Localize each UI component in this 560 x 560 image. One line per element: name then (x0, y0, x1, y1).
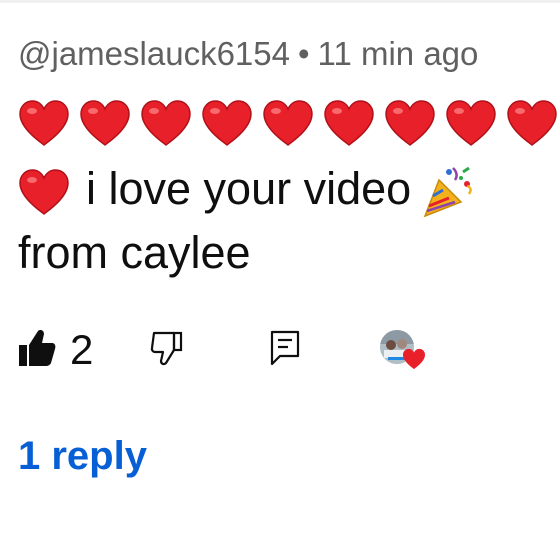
comment-meta: @jameslauck6154 • 11 min ago (18, 34, 478, 74)
like-count: 2 (70, 326, 94, 373)
heart-emoji-icon (323, 99, 375, 147)
comment-body: i love your video from caylee (18, 92, 560, 288)
heart-emoji-icon (201, 99, 253, 147)
heart-emoji-icon (384, 99, 436, 147)
comment-line-2: i love your video (18, 160, 560, 218)
heart-emoji-row (18, 92, 560, 148)
heart-emoji-icon (445, 99, 497, 147)
heart-emoji-icon (506, 99, 558, 147)
comment-author[interactable]: @jameslauck6154 (18, 35, 290, 72)
creator-heart-icon (402, 348, 426, 375)
reply-button[interactable] (270, 322, 300, 378)
thumbs-down-icon[interactable] (150, 330, 184, 371)
comment-timestamp: 11 min ago (317, 35, 479, 72)
reply-comment-icon[interactable] (270, 330, 300, 371)
thumbs-up-icon[interactable] (18, 328, 56, 373)
like-button[interactable]: 2 (18, 322, 93, 378)
comment-screen: @jameslauck6154 • 11 min ago i love your v… (0, 0, 560, 560)
creator-heart-badge (380, 330, 430, 374)
heart-emoji-icon (18, 168, 70, 216)
heart-emoji-icon (140, 99, 192, 147)
heart-emoji-icon (262, 99, 314, 147)
party-popper-icon (419, 164, 475, 220)
divider (0, 0, 560, 3)
comment-line-3: from caylee (18, 227, 251, 278)
comment-actions: 2 (18, 322, 558, 378)
dislike-button[interactable] (150, 322, 184, 378)
view-replies-button[interactable]: 1 reply (18, 432, 147, 480)
heart-emoji-icon (79, 99, 131, 147)
comment-text: i love your video (86, 163, 412, 214)
heart-emoji-icon (18, 99, 70, 147)
meta-separator: • (297, 35, 310, 72)
